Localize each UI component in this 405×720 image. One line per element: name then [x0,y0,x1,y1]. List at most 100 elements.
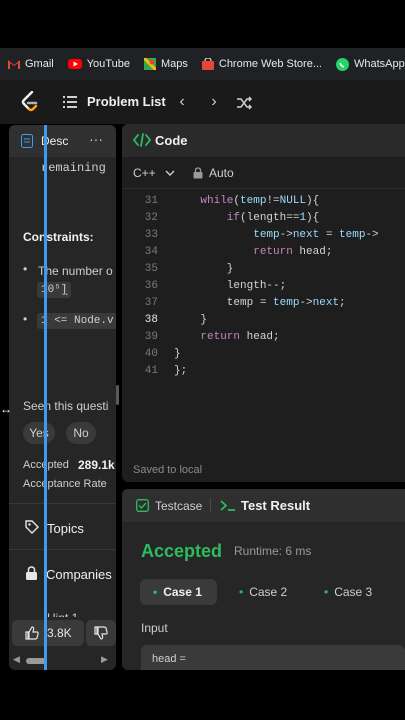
more-options-button[interactable]: ··· [89,131,103,147]
bookmark-label: YouTube [86,58,130,70]
chevron-right-icon[interactable]: › [206,93,222,111]
line-number: 41 [144,365,158,377]
acceptance-rate-label: Acceptance Rate [23,478,107,490]
code-toolbar: C++ Auto [122,157,405,189]
topics-link[interactable]: Topics [47,521,84,536]
scroll-thumb[interactable] [26,658,46,664]
line-number: 35 [144,263,158,275]
bookmark-gmail[interactable]: Gmail [8,58,54,70]
description-text: remaining [41,161,106,175]
chevron-down-icon[interactable] [165,170,175,177]
bookmark-maps[interactable]: Maps [143,58,188,70]
bookmark-label: WhatsApp [354,58,405,70]
screen-cursor-line [44,125,47,670]
like-button[interactable]: 3.8K [12,620,84,646]
tag-icon [25,520,39,534]
line-number: 31 [144,195,158,207]
bookmark-label: Gmail [25,58,54,70]
input-box[interactable]: head = [141,645,405,670]
divider [9,503,116,504]
seen-question-text: Seen this questi [23,399,109,413]
scroll-left-icon[interactable]: ◀ [13,654,20,665]
constraint-code: 1 <= Node.v [37,313,116,329]
horizontal-scrollbar[interactable]: ◀ ▶ [9,654,116,666]
checkbox-icon [136,499,149,512]
constraints-heading: Constraints: [23,230,94,244]
code-line: } [174,263,234,275]
app-header: Problem List ‹ › [0,80,405,124]
language-select[interactable]: C++ [133,166,156,180]
description-panel: Desc ··· remaining Constraints: • The nu… [9,125,116,670]
code-line: temp = temp->next; [174,297,346,309]
testcase-panel: Testcase Test Result Accepted Runtime: 6… [122,489,405,670]
case-tab-3[interactable]: • Case 3 [312,579,397,605]
code-icon [133,133,151,147]
code-line: } [174,348,181,360]
code-line: }; [174,365,188,377]
thumbs-down-icon [94,626,108,640]
scroll-right-icon[interactable]: ▶ [101,654,108,665]
leetcode-logo-icon[interactable] [20,91,40,113]
shuffle-icon[interactable] [236,94,252,112]
tab-testcase[interactable]: Testcase [155,499,202,513]
constraint-suffix: . [65,284,69,298]
maps-icon [143,58,156,70]
code-line: length--; [174,280,287,292]
code-line: if(length==1){ [174,212,320,224]
bookmark-label: Chrome Web Store... [218,58,322,70]
companies-link[interactable]: Companies [46,567,112,582]
case-tab-2[interactable]: • Case 2 [227,579,307,605]
line-number: 40 [144,348,158,360]
testcase-tab-bar: Testcase Test Result [122,489,405,522]
yes-button[interactable]: Yes [23,422,55,444]
code-line: return head; [174,246,333,258]
hint-link[interactable]: Hint 1 [47,611,78,617]
input-label: Input [141,621,168,635]
code-tab-bar: Code [122,124,405,157]
bookmark-chrome-web-store[interactable]: Chrome Web Store... [201,58,322,70]
no-button[interactable]: No [66,422,96,444]
likes-count: 3.8K [47,626,72,640]
divider [9,549,116,550]
whatsapp-icon [336,57,349,71]
case-label: Case 1 [163,585,202,599]
auto-mode-toggle[interactable]: Auto [209,166,234,180]
gmail-icon [8,60,20,69]
chrome-web-store-icon [201,58,214,70]
code-line: } [174,314,208,326]
runtime-text: Runtime: 6 ms [234,544,312,558]
letterbox-bottom [0,672,405,720]
terminal-icon [220,500,235,511]
accepted-count: 289.1k [78,458,115,472]
document-icon [21,134,33,148]
line-number: 39 [144,331,158,343]
code-editor[interactable]: 31 while(temp!=NULL){ 32 if(length==1){ … [122,195,405,377]
tab-test-result[interactable]: Test Result [241,498,310,513]
bookmarks-bar: Gmail YouTube Maps Chrome Web Store... W… [0,48,405,80]
thumbs-up-icon [25,626,39,640]
line-number-current: 38 [144,314,158,326]
result-status: Accepted [141,541,223,561]
vertical-scrollbar-thumb[interactable] [116,385,119,405]
lock-icon [26,566,37,580]
saved-status: Saved to local [133,464,203,476]
line-number: 37 [144,297,158,309]
bookmark-youtube[interactable]: YouTube [67,58,130,70]
bookmark-whatsapp[interactable]: WhatsApp [336,57,405,71]
code-panel: Code C++ Auto 31 while(temp!=NULL){ 32 i… [122,124,405,482]
problem-list-link[interactable]: Problem List [87,94,166,109]
tab-divider [210,498,211,513]
dislike-button[interactable] [86,620,116,646]
code-line: temp->next = temp-> [174,229,379,241]
chevron-left-icon[interactable]: ‹ [174,93,190,111]
problem-list-icon[interactable] [63,95,77,109]
tab-code[interactable]: Code [155,133,188,148]
code-line: return head; [174,331,280,343]
line-number: 32 [144,212,158,224]
case-label: Case 3 [334,585,373,599]
line-number: 33 [144,229,158,241]
case-tab-1[interactable]: • Case 1 [140,579,217,605]
youtube-icon [67,59,82,69]
code-line: while(temp!=NULL){ [174,195,320,207]
bullet: • [23,312,28,326]
